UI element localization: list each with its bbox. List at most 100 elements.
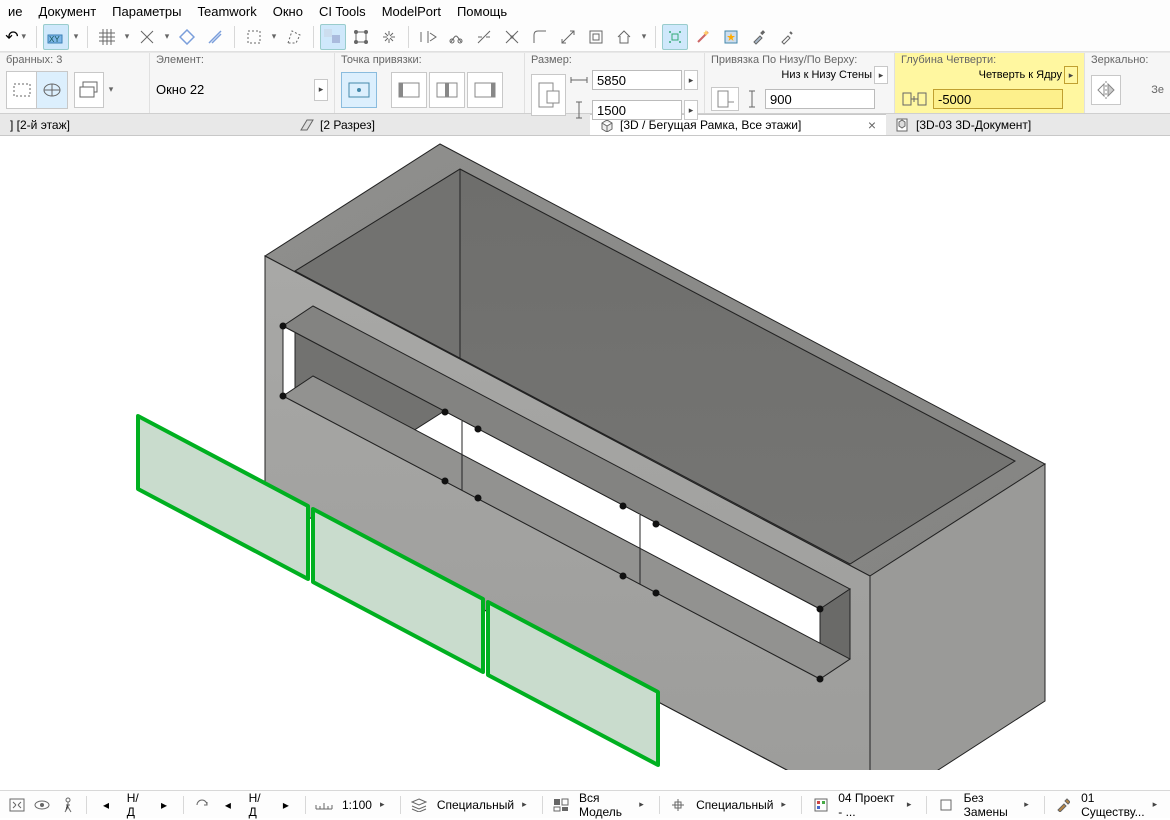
layers-icon[interactable]	[408, 794, 429, 816]
adjust-icon[interactable]	[471, 24, 497, 50]
menu-item[interactable]: Параметры	[112, 4, 181, 19]
favorites-icon[interactable]	[718, 24, 744, 50]
grid-icon[interactable]	[94, 24, 120, 50]
size-panel: Размер: ▸ ▸	[525, 53, 705, 113]
menu-item[interactable]: Окно	[273, 4, 303, 19]
dropdown-arrow-icon[interactable]: ▾	[106, 84, 116, 95]
standard-toolbar: ↶▾ XY ▾ ▾ ▾ ▾ ▾	[0, 22, 1170, 52]
selection-panel: бранных: 3 ▾	[0, 53, 150, 113]
menu-item[interactable]: Документ	[39, 4, 97, 19]
partial-combo[interactable]: Специальный▸	[693, 797, 793, 813]
walk-icon[interactable]	[57, 794, 78, 816]
expand-button[interactable]: ▸	[1064, 66, 1078, 84]
dropdown-arrow-icon[interactable]: ▾	[122, 31, 132, 42]
reveal-label: Четверть к Ядру	[979, 69, 1062, 81]
panel-title: Размер:	[531, 54, 698, 66]
existing-combo[interactable]: 01 Существу...▸	[1078, 790, 1164, 820]
workplane-xy-icon[interactable]: XY	[43, 24, 69, 50]
guide-rhombus-icon[interactable]	[174, 24, 200, 50]
partial-display-icon[interactable]	[668, 794, 689, 816]
rotate-icon[interactable]	[192, 794, 213, 816]
suspend-groups-icon[interactable]	[320, 24, 346, 50]
close-icon[interactable]: ×	[868, 117, 876, 133]
mirror-panel: Зеркально: Зе	[1085, 53, 1170, 113]
marquee-rect-icon[interactable]	[7, 72, 37, 108]
renovation-combo[interactable]: Без Замены▸	[961, 790, 1036, 820]
next-icon[interactable]: ▸	[153, 794, 174, 816]
zoom-value: Н/Д	[121, 794, 150, 816]
element-panel: Элемент: Окно 22 ▸	[150, 53, 335, 113]
offset-edge-icon[interactable]	[583, 24, 609, 50]
marquee-poly-icon[interactable]	[281, 24, 307, 50]
dropdown-arrow-icon[interactable]: ▾	[269, 31, 279, 42]
scale-combo[interactable]: 1:100▸	[339, 797, 392, 813]
dropdown-arrow-icon[interactable]: ▾	[639, 31, 649, 42]
element-filter-icon[interactable]	[37, 72, 67, 108]
trim-icon[interactable]	[443, 24, 469, 50]
anchor-side1-icon[interactable]	[391, 72, 427, 108]
layers-combo[interactable]: Специальный▸	[434, 797, 534, 813]
expand-button[interactable]: ▸	[684, 100, 698, 120]
anchor-reference-icon[interactable]	[711, 87, 739, 111]
zoom-fit-icon[interactable]	[6, 794, 27, 816]
height-input[interactable]	[592, 100, 682, 120]
prev-icon[interactable]: ◂	[217, 794, 238, 816]
mirror-icon[interactable]	[1091, 75, 1121, 105]
size-link-icon[interactable]	[531, 74, 566, 116]
renovation-icon[interactable]	[935, 794, 956, 816]
project-combo[interactable]: 04 Проект - ...▸	[835, 790, 918, 820]
home-icon[interactable]	[611, 24, 637, 50]
panel-title: Глубина Четверти:	[901, 54, 1078, 66]
width-input[interactable]	[592, 70, 682, 90]
magic-wand-icon[interactable]	[690, 24, 716, 50]
guide-parallel-icon[interactable]	[202, 24, 228, 50]
tab-3d-doc[interactable]: [3D-03 3D-Документ]	[886, 114, 1170, 135]
menu-item[interactable]: CI Tools	[319, 4, 366, 19]
anchor-center-icon[interactable]	[341, 72, 377, 108]
menu-item[interactable]: Teamwork	[197, 4, 256, 19]
explode-icon[interactable]	[376, 24, 402, 50]
expand-button[interactable]: ▸	[684, 70, 698, 90]
tab-floorplan[interactable]: ] [2-й этаж]	[0, 114, 290, 135]
3d-viewport[interactable]	[0, 136, 1170, 770]
model-combo[interactable]: Вся Модель▸	[576, 790, 651, 820]
reveal-depth-input[interactable]	[933, 89, 1063, 109]
marquee-rect-icon[interactable]	[241, 24, 267, 50]
anchor-center2-icon[interactable]	[429, 72, 465, 108]
layer-combi-icon[interactable]	[74, 72, 104, 108]
reveal-icon	[901, 85, 931, 113]
next-icon[interactable]: ▸	[275, 794, 296, 816]
dropdown-arrow-icon[interactable]: ▾	[162, 31, 172, 42]
model-filter-icon[interactable]	[550, 794, 571, 816]
info-box: бранных: 3 ▾ Элемент: Окно 22 ▸ Точка пр…	[0, 52, 1170, 114]
undo-icon[interactable]: ↶▾	[4, 24, 30, 50]
expand-button[interactable]: ▸	[314, 79, 328, 101]
sill-height-input[interactable]	[765, 89, 875, 109]
eyedropper-icon[interactable]	[746, 24, 772, 50]
intersect-icon[interactable]	[499, 24, 525, 50]
status-bar: ◂ Н/Д ▸ ◂ Н/Д ▸ 1:100▸ Специальный▸ Вся …	[0, 790, 1170, 818]
resize-icon[interactable]	[555, 24, 581, 50]
vert-dim-icon	[741, 85, 763, 113]
gravity-icon[interactable]	[662, 24, 688, 50]
scale-icon[interactable]	[313, 794, 334, 816]
anchor-tb-panel: Привязка По Низу/По Верху: Низ к Низу Ст…	[705, 53, 895, 113]
expand-button[interactable]: ▸	[874, 66, 888, 84]
anchor-point-panel: Точка привязки:	[335, 53, 525, 113]
snap-icon[interactable]	[134, 24, 160, 50]
menu-item[interactable]: ие	[8, 4, 23, 19]
menu-item[interactable]: ModelPort	[382, 4, 441, 19]
orbit-icon[interactable]	[31, 794, 52, 816]
menu-item[interactable]: Помощь	[457, 4, 507, 19]
inject-icon[interactable]	[774, 24, 800, 50]
anchor-side2-icon[interactable]	[467, 72, 503, 108]
split-icon[interactable]	[415, 24, 441, 50]
align-nodes-icon[interactable]	[348, 24, 374, 50]
tab-label: [3D-03 3D-Документ]	[916, 118, 1031, 132]
prev-icon[interactable]: ◂	[95, 794, 116, 816]
pen-set-icon[interactable]	[810, 794, 831, 816]
hammer-icon[interactable]	[1053, 794, 1074, 816]
anchor-tb-label: Низ к Низу Стены	[781, 69, 872, 81]
dropdown-arrow-icon[interactable]: ▾	[71, 31, 81, 42]
fillet-icon[interactable]	[527, 24, 553, 50]
